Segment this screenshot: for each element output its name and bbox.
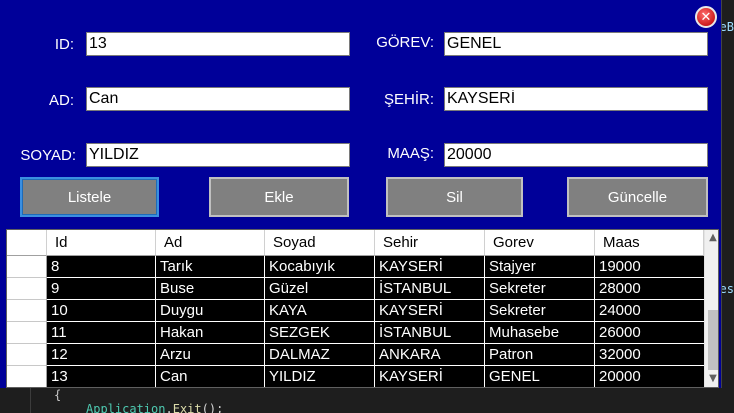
id-field[interactable] [86, 32, 350, 56]
close-button[interactable]: ✕ [695, 6, 717, 28]
cell-soyad[interactable]: Güzel [265, 278, 375, 300]
editor-code-lines: { Application.Exit(); [0, 388, 734, 413]
cell-id[interactable]: 13 [47, 366, 156, 387]
cell-soyad[interactable]: DALMAZ [265, 344, 375, 366]
cell-ad[interactable]: Can [156, 366, 265, 387]
table-row[interactable]: 8 Tarık Kocabıyık KAYSERİ Stajyer 19000 [7, 256, 704, 278]
employee-grid[interactable]: Id Ad Soyad Sehir Gorev Maas 8 Tarık Kocab… [6, 229, 719, 388]
cell-id[interactable]: 8 [47, 256, 156, 278]
close-icon: ✕ [700, 9, 712, 25]
column-header-id[interactable]: Id [47, 230, 156, 256]
editor-code-line: Application.Exit(); [86, 402, 224, 413]
row-header-cell[interactable] [7, 344, 47, 366]
row-header-cell[interactable] [7, 322, 47, 344]
cell-sehir[interactable]: KAYSERİ [375, 256, 485, 278]
table-row[interactable]: 9 Buse Güzel İSTANBUL Sekreter 28000 [7, 278, 704, 300]
cell-sehir[interactable]: ANKARA [375, 344, 485, 366]
scrollbar-thumb[interactable] [708, 310, 718, 370]
cell-id[interactable]: 10 [47, 300, 156, 322]
cell-id[interactable]: 11 [47, 322, 156, 344]
row-header-cell[interactable] [7, 300, 47, 322]
column-header-maas[interactable]: Maas [595, 230, 704, 256]
cell-maas[interactable]: 26000 [595, 322, 704, 344]
cell-sehir[interactable]: İSTANBUL [375, 322, 485, 344]
employee-form: ✕ ID: AD: SOYAD: GÖREV: ŞEHİR: MAAŞ: Lis… [0, 0, 722, 388]
cell-gorev[interactable]: Stajyer [485, 256, 595, 278]
grid-body: 8 Tarık Kocabıyık KAYSERİ Stajyer 19000 9 Buse G… [7, 256, 704, 387]
guncelle-button[interactable]: Güncelle [567, 177, 708, 217]
cell-ad[interactable]: Tarık [156, 256, 265, 278]
cell-maas[interactable]: 20000 [595, 366, 704, 387]
cell-maas[interactable]: 32000 [595, 344, 704, 366]
listele-button[interactable]: Listele [20, 177, 159, 217]
cell-gorev[interactable]: Sekreter [485, 300, 595, 322]
gorev-field[interactable] [444, 32, 708, 56]
cell-maas[interactable]: 28000 [595, 278, 704, 300]
cell-gorev[interactable]: Patron [485, 344, 595, 366]
sil-button[interactable]: Sil [386, 177, 523, 217]
cell-ad[interactable]: Buse [156, 278, 265, 300]
column-header-ad[interactable]: Ad [156, 230, 265, 256]
sehir-field[interactable] [444, 87, 708, 111]
column-header-soyad[interactable]: Soyad [265, 230, 375, 256]
grid-header: Id Ad Soyad Sehir Gorev Maas [7, 230, 704, 256]
cell-maas[interactable]: 19000 [595, 256, 704, 278]
cell-sehir[interactable]: İSTANBUL [375, 278, 485, 300]
ekle-button[interactable]: Ekle [209, 177, 349, 217]
cell-soyad[interactable]: YILDIZ [265, 366, 375, 387]
row-header-cell[interactable] [7, 256, 47, 278]
cell-gorev[interactable]: Muhasebe [485, 322, 595, 344]
cell-soyad[interactable]: SEZGEK [265, 322, 375, 344]
cell-ad[interactable]: Arzu [156, 344, 265, 366]
cell-soyad[interactable]: Kocabıyık [265, 256, 375, 278]
id-label: ID: [54, 36, 74, 53]
editor-brace: { [54, 388, 62, 402]
soyad-field[interactable] [86, 143, 350, 167]
table-row[interactable]: 13 Can YILDIZ KAYSERİ GENEL 20000 [7, 366, 704, 387]
row-header-cell[interactable] [7, 366, 47, 387]
grid-corner-cell[interactable] [7, 230, 47, 256]
cell-ad[interactable]: Duygu [156, 300, 265, 322]
scroll-up-icon[interactable]: ▲ [705, 230, 718, 246]
cell-gorev[interactable]: GENEL [485, 366, 595, 387]
cell-soyad[interactable]: KAYA [265, 300, 375, 322]
cell-id[interactable]: 12 [47, 344, 156, 366]
cell-gorev[interactable]: Sekreter [485, 278, 595, 300]
cell-maas[interactable]: 24000 [595, 300, 704, 322]
table-row[interactable]: 12 Arzu DALMAZ ANKARA Patron 32000 [7, 344, 704, 366]
table-row[interactable]: 10 Duygu KAYA KAYSERİ Sekreter 24000 [7, 300, 704, 322]
scroll-down-icon[interactable]: ▼ [705, 371, 718, 387]
table-row[interactable]: 11 Hakan SEZGEK İSTANBUL Muhasebe 26000 [7, 322, 704, 344]
grid-vertical-scrollbar[interactable]: ▲ ▼ [704, 230, 718, 387]
maas-label: MAAŞ: [387, 145, 434, 162]
column-header-sehir[interactable]: Sehir [375, 230, 485, 256]
cell-sehir[interactable]: KAYSERİ [375, 366, 485, 387]
cell-ad[interactable]: Hakan [156, 322, 265, 344]
column-header-gorev[interactable]: Gorev [485, 230, 595, 256]
cell-id[interactable]: 9 [47, 278, 156, 300]
maas-field[interactable] [444, 143, 708, 167]
row-header-cell[interactable] [7, 278, 47, 300]
sehir-label: ŞEHİR: [383, 91, 434, 108]
ad-label: AD: [48, 92, 74, 109]
gorev-label: GÖREV: [376, 34, 434, 51]
cell-sehir[interactable]: KAYSERİ [375, 300, 485, 322]
ad-field[interactable] [86, 87, 350, 111]
soyad-label: SOYAD: [20, 147, 76, 164]
